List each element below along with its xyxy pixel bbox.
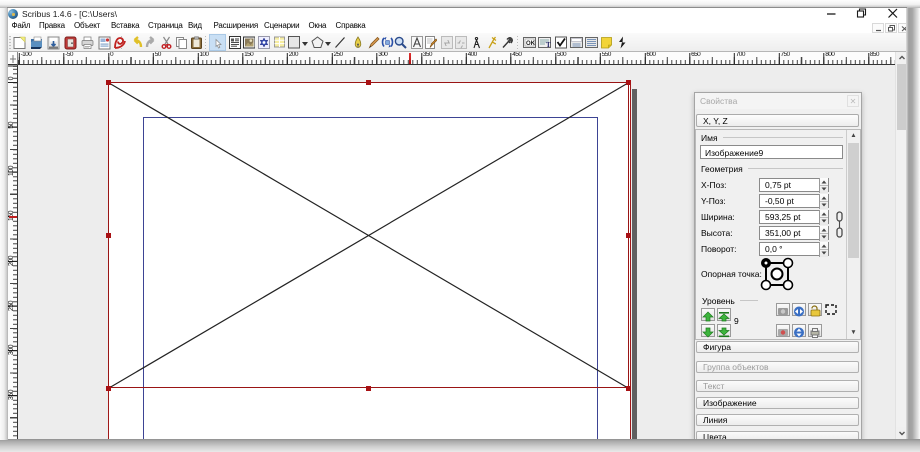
svg-text:OK: OK (526, 41, 536, 47)
svg-text:T: T (546, 41, 551, 49)
